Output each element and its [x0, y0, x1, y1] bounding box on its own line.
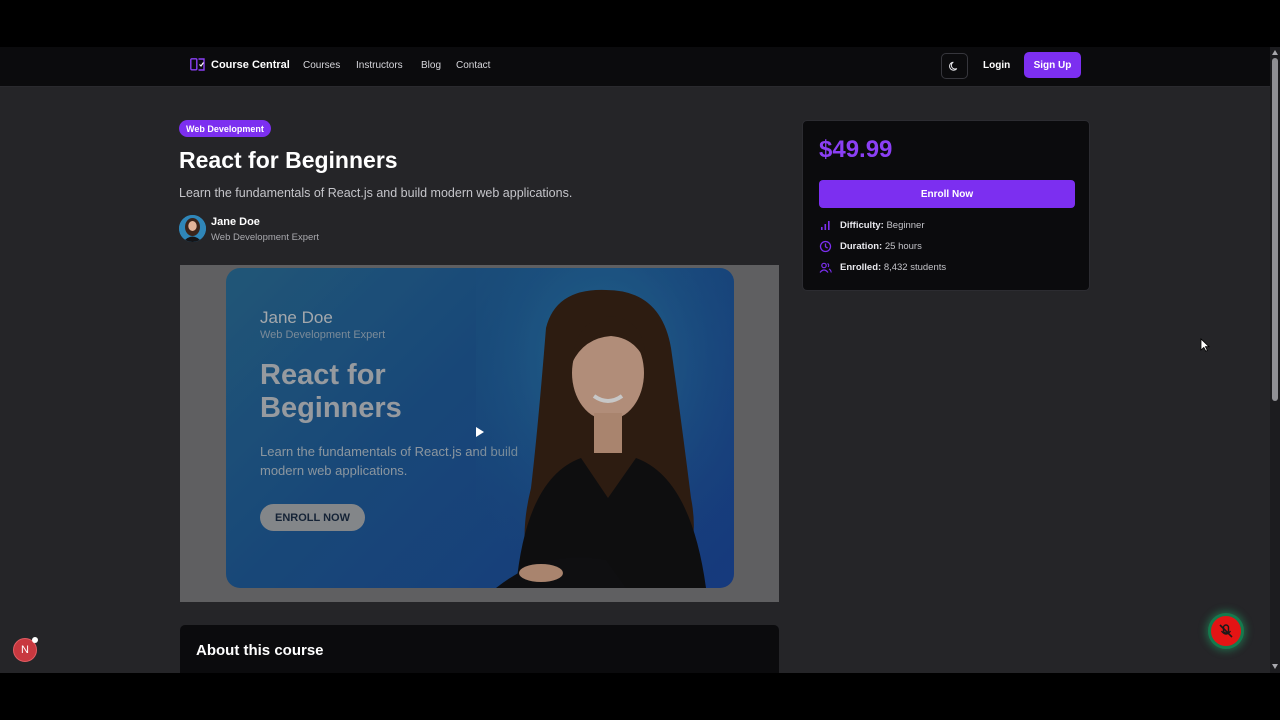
browser-viewport: Course Central Courses Instructors Blog …: [0, 47, 1280, 673]
avatar-portrait: [179, 215, 206, 242]
detail-difficulty: Difficulty: Beginner: [819, 219, 924, 232]
nav-link-instructors[interactable]: Instructors: [356, 60, 403, 71]
users-icon: [819, 262, 832, 273]
letterbox-top: [0, 0, 1280, 47]
navbar: Course Central Courses Instructors Blog …: [0, 47, 1270, 87]
signup-button[interactable]: Sign Up: [1024, 52, 1081, 78]
theme-toggle-button[interactable]: [941, 53, 968, 79]
detail-value-duration: 25 hours: [884, 241, 922, 252]
detail-enrolled: Enrolled: 8,432 students: [819, 261, 946, 274]
course-subtitle: Learn the fundamentals of React.js and b…: [179, 186, 573, 200]
about-heading: About this course: [196, 642, 324, 659]
instructor-name[interactable]: Jane Doe: [211, 216, 260, 228]
enroll-now-button[interactable]: Enroll Now: [819, 180, 1075, 208]
detail-label-enrolled: Enrolled:: [840, 262, 882, 273]
brand-name: Course Central: [211, 58, 290, 71]
detail-label-difficulty: Difficulty:: [840, 220, 884, 231]
mouse-cursor-icon: [1200, 338, 1210, 352]
course-video-player[interactable]: Jane Doe Web Development Expert React fo…: [180, 265, 779, 602]
moon-icon: [949, 61, 958, 71]
detail-value-enrolled: 8,432 students: [883, 262, 947, 273]
about-section: About this course: [180, 625, 779, 673]
mic-off-icon: [1219, 624, 1233, 638]
pricing-card: $49.99 Enroll Now Difficulty: Beginner D…: [802, 120, 1090, 291]
nav-link-blog[interactable]: Blog: [421, 60, 441, 71]
login-link[interactable]: Login: [983, 60, 1010, 71]
nav-link-contact[interactable]: Contact: [456, 60, 490, 71]
notification-dot: [32, 637, 38, 643]
detail-label-duration: Duration:: [840, 241, 883, 252]
category-badge: Web Development: [179, 120, 271, 137]
book-icon: [190, 58, 205, 71]
brand-logo[interactable]: Course Central: [190, 58, 290, 71]
detail-duration: Duration: 25 hours: [819, 240, 922, 253]
letterbox-bottom: [0, 673, 1280, 720]
scroll-up-arrow-icon[interactable]: [1272, 50, 1278, 55]
clock-icon: [819, 240, 832, 253]
nav-link-courses[interactable]: Courses: [303, 60, 340, 71]
play-icon[interactable]: [476, 427, 484, 437]
recording-button[interactable]: [1208, 613, 1244, 649]
detail-value-difficulty: Beginner: [886, 220, 925, 231]
instructor-role: Web Development Expert: [211, 232, 320, 243]
instructor-avatar[interactable]: [179, 215, 206, 242]
scrollbar-thumb[interactable]: [1272, 58, 1278, 401]
scroll-down-arrow-icon[interactable]: [1272, 664, 1278, 669]
course-title: React for Beginners: [179, 147, 398, 173]
course-price: $49.99: [819, 136, 893, 163]
bar-chart-icon: [821, 221, 830, 230]
